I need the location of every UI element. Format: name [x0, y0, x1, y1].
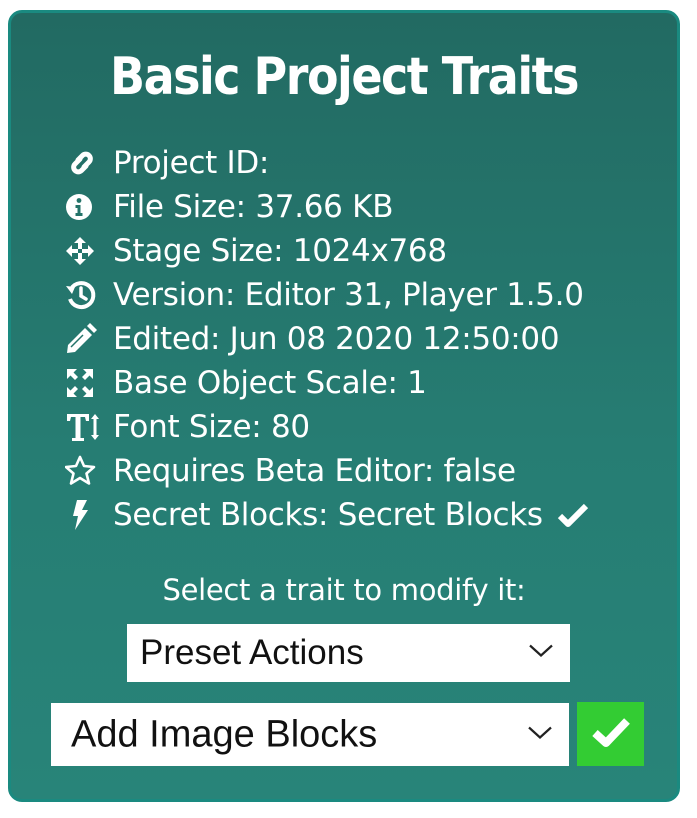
trait-list: Project ID: File Size: 37.66 KB Stage Si…	[65, 141, 589, 537]
trait-label: Secret Blocks: Secret Blocks	[113, 497, 543, 533]
trait-label: Project ID:	[113, 145, 270, 181]
link-icon	[65, 147, 101, 179]
trait-version: Version: Editor 31, Player 1.5.0	[65, 273, 589, 317]
trait-select[interactable]: Preset Actions	[127, 624, 570, 682]
trait-label: Stage Size: 1024x768	[113, 233, 447, 269]
select-trait-prompt: Select a trait to modify it:	[162, 573, 526, 607]
pencil-icon	[65, 323, 101, 355]
panel-title: Basic Project Traits	[110, 45, 579, 107]
bolt-icon	[65, 499, 101, 531]
trait-select-value: Preset Actions	[140, 633, 364, 672]
trait-font-size: Font Size: 80	[65, 405, 589, 449]
trait-base-object-scale: Base Object Scale: 1	[65, 361, 589, 405]
check-icon	[591, 716, 631, 752]
trait-file-size: File Size: 37.66 KB	[65, 185, 589, 229]
action-select[interactable]: Add Image Blocks	[51, 703, 569, 766]
trait-label: File Size: 37.66 KB	[113, 189, 394, 225]
trait-label: Requires Beta Editor: false	[113, 453, 516, 489]
check-icon	[557, 502, 589, 528]
text-height-icon	[65, 411, 101, 443]
confirm-button[interactable]	[577, 702, 644, 766]
info-icon	[65, 191, 101, 223]
trait-edited: Edited: Jun 08 2020 12:50:00	[65, 317, 589, 361]
expand-icon	[65, 367, 101, 399]
trait-label: Version: Editor 31, Player 1.5.0	[113, 277, 584, 313]
chevron-down-icon	[527, 724, 553, 745]
trait-stage-size: Stage Size: 1024x768	[65, 229, 589, 273]
trait-label: Font Size: 80	[113, 409, 310, 445]
history-icon	[65, 279, 101, 311]
trait-label: Edited: Jun 08 2020 12:50:00	[113, 321, 560, 357]
trait-label: Base Object Scale: 1	[113, 365, 427, 401]
action-select-value: Add Image Blocks	[71, 713, 378, 755]
trait-requires-beta-editor: Requires Beta Editor: false	[65, 449, 589, 493]
chevron-down-icon	[528, 643, 554, 664]
trait-project-id: Project ID:	[65, 141, 589, 185]
star-outline-icon	[65, 455, 101, 487]
project-traits-panel: Basic Project Traits Project ID: File Si…	[8, 10, 680, 802]
trait-secret-blocks: Secret Blocks: Secret Blocks	[65, 493, 589, 537]
move-arrows-icon	[65, 235, 101, 267]
